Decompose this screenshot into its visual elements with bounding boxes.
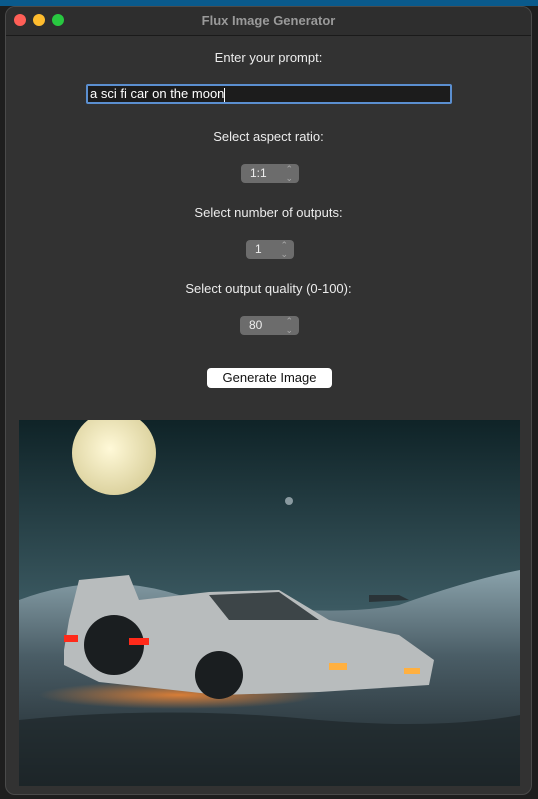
aspect-ratio-select[interactable]: 1:1 ⌃ ⌄: [241, 164, 299, 183]
foreground-rocks: [19, 712, 520, 786]
outputs-label: Select number of outputs:: [194, 205, 343, 220]
tail-light: [64, 635, 78, 642]
window-title: Flux Image Generator: [201, 13, 336, 28]
outputs-select[interactable]: 1 ⌃ ⌄: [246, 240, 294, 259]
generate-image-button[interactable]: Generate Image: [207, 368, 332, 388]
quality-select[interactable]: 80 ⌃ ⌄: [240, 316, 299, 335]
prompt-label: Enter your prompt:: [214, 50, 323, 65]
headlight: [404, 668, 420, 674]
quality-label: Select output quality (0-100):: [185, 281, 352, 296]
planet: [285, 497, 293, 505]
prompt-input[interactable]: a sci fi car on the moon: [86, 84, 452, 104]
title-bar: Flux Image Generator: [6, 7, 531, 36]
outputs-value: 1: [255, 242, 262, 256]
aspect-ratio-value: 1:1: [250, 166, 267, 180]
chevron-up-down-icon: ⌃ ⌄: [280, 240, 288, 259]
tail-light: [129, 638, 149, 645]
chevron-up-down-icon: ⌃ ⌄: [285, 316, 293, 335]
app-window: Flux Image Generator Enter your prompt: …: [5, 6, 532, 795]
text-caret: [224, 87, 226, 102]
headlight: [329, 663, 347, 670]
aspect-ratio-label: Select aspect ratio:: [213, 129, 324, 144]
car-wheel: [195, 651, 243, 699]
generated-image: [19, 420, 520, 786]
quality-value: 80: [249, 318, 263, 332]
chevron-up-down-icon: ⌃ ⌄: [285, 164, 293, 183]
prompt-value: a sci fi car on the moon: [90, 86, 225, 101]
